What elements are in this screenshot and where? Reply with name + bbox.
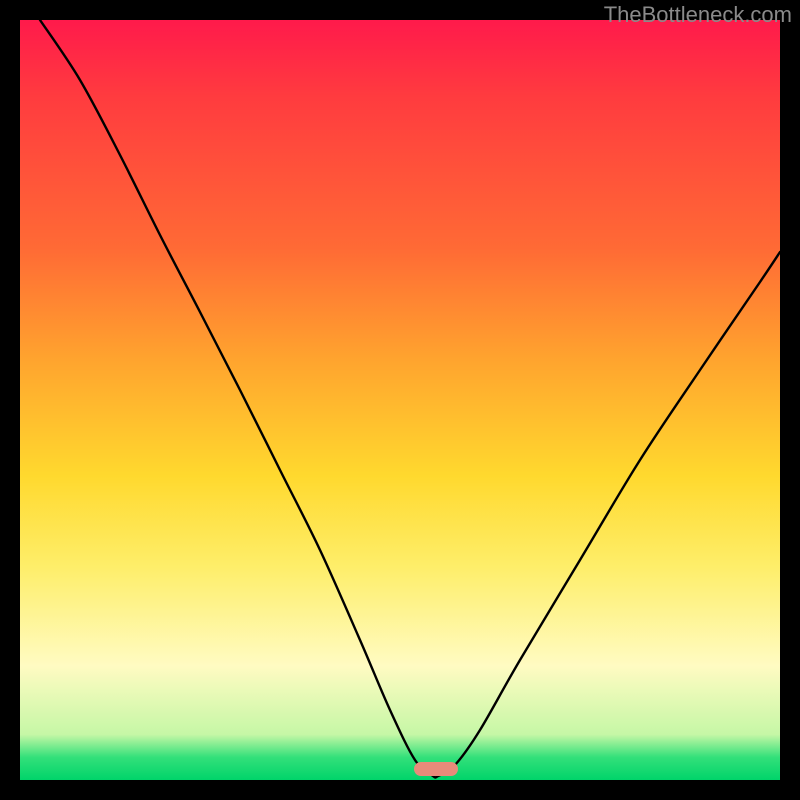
chart-curve-svg bbox=[20, 20, 780, 780]
chart-curve bbox=[40, 20, 780, 778]
chart-marker bbox=[414, 762, 458, 776]
watermark-text: TheBottleneck.com bbox=[604, 2, 792, 28]
chart-plot-area bbox=[20, 20, 780, 780]
